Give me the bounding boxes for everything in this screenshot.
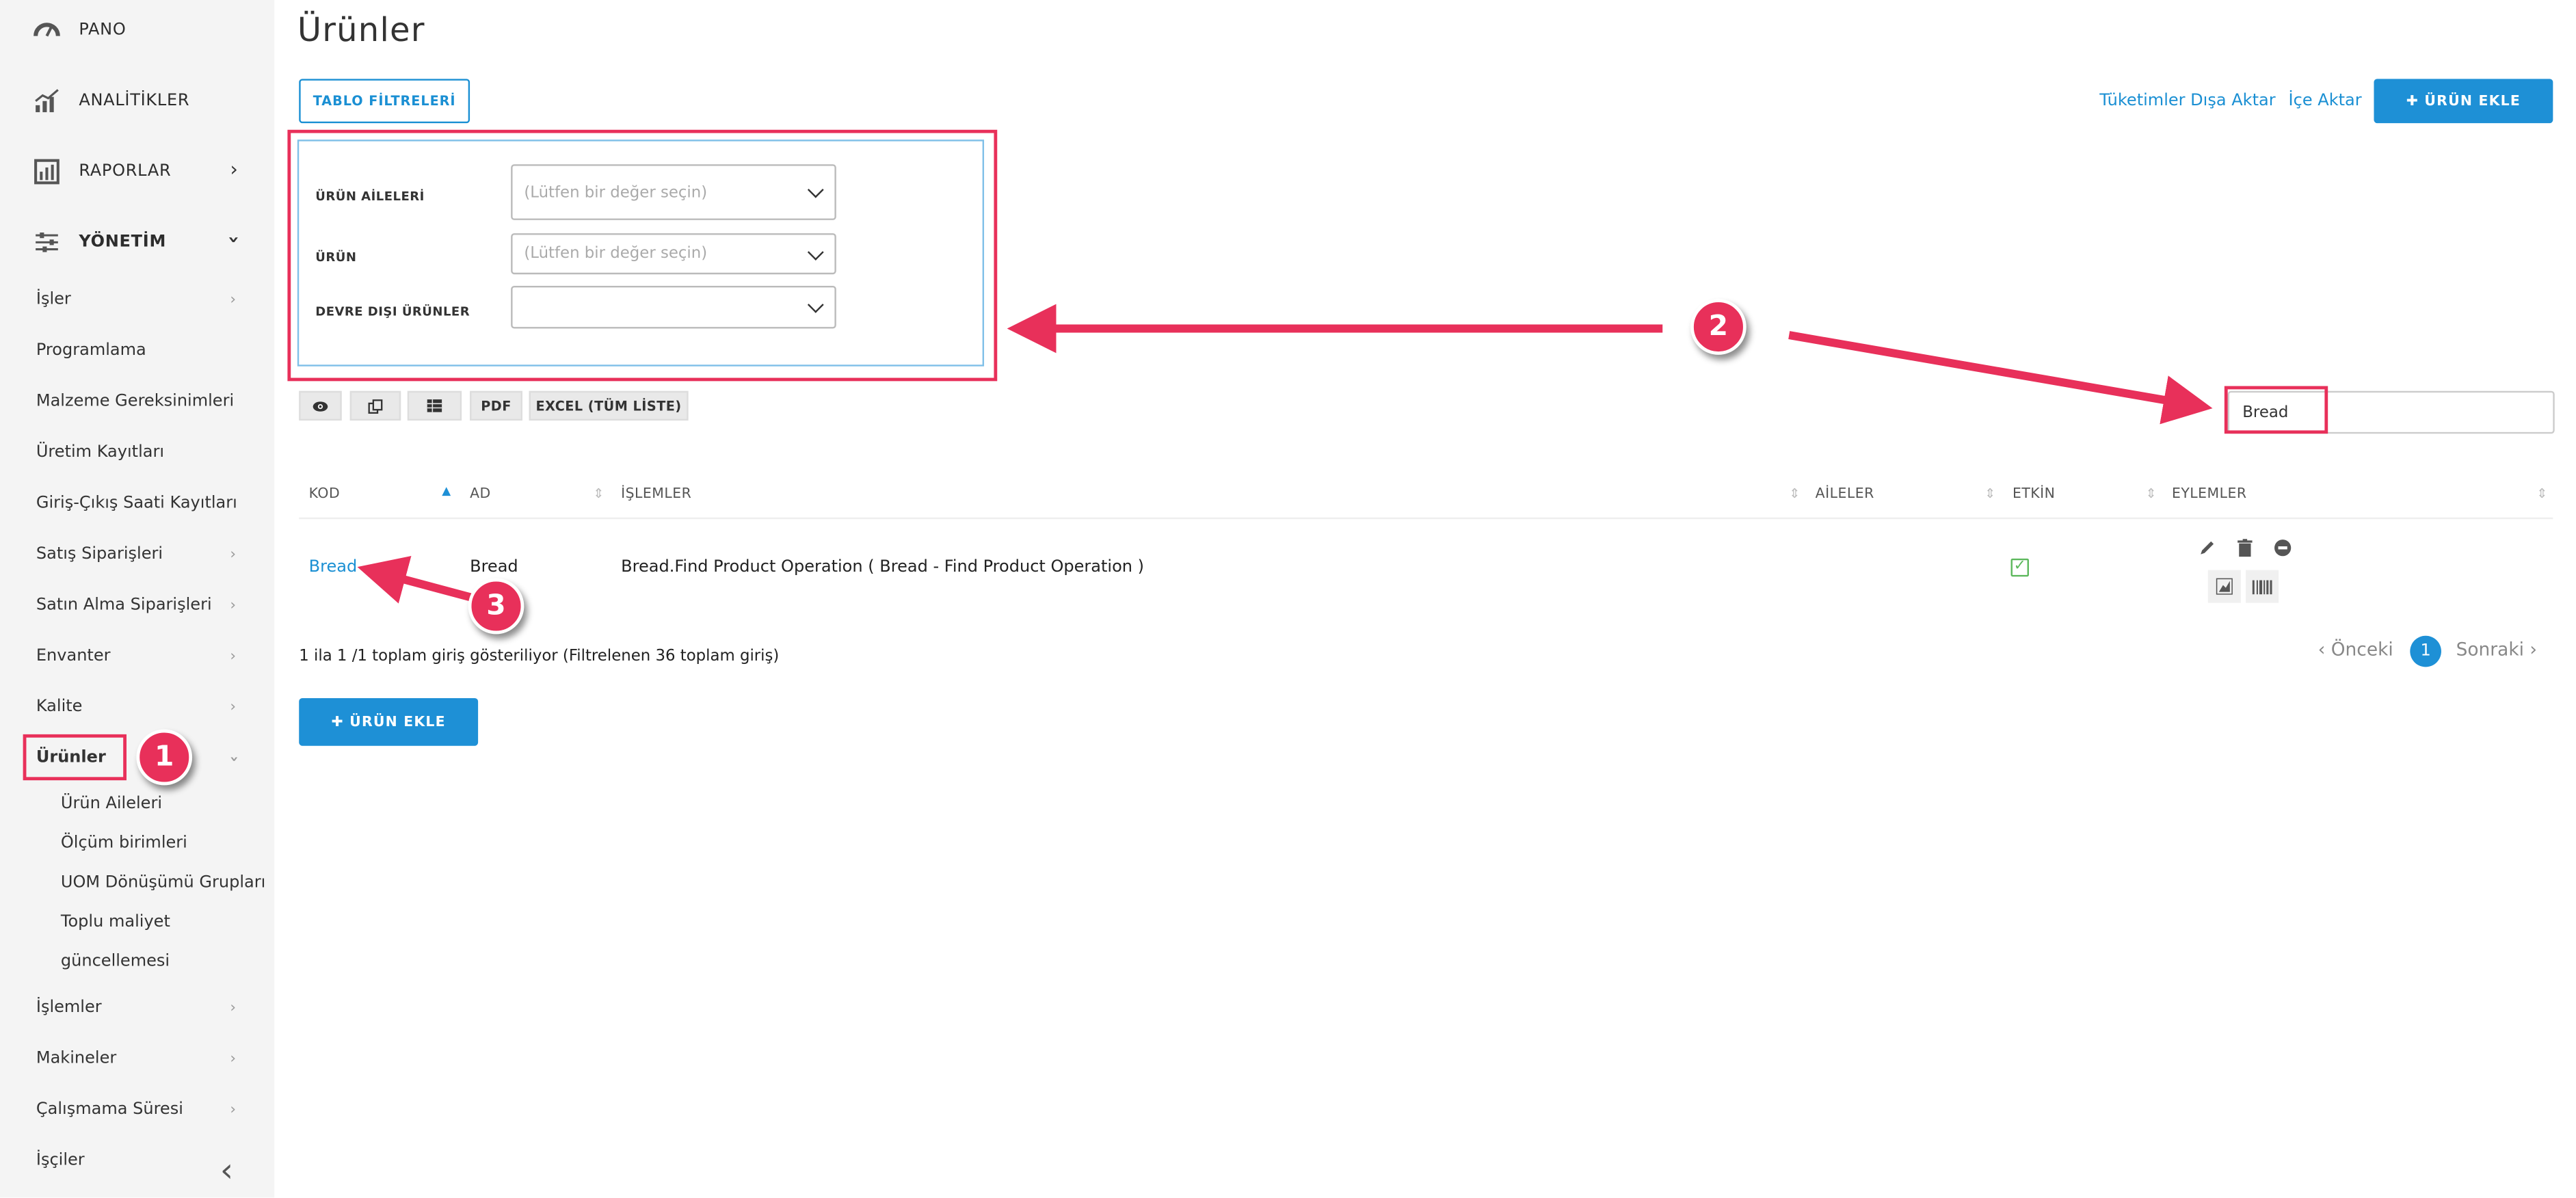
annotation-arrows [357, 304, 2213, 604]
arrow-to-search [1788, 331, 2213, 425]
step-number: 2 [1708, 310, 1729, 344]
step-badge-2: 2 [1690, 299, 1747, 355]
step-badge-3: 3 [468, 578, 525, 635]
arrow-to-code [357, 555, 475, 604]
step-number: 3 [486, 589, 506, 623]
